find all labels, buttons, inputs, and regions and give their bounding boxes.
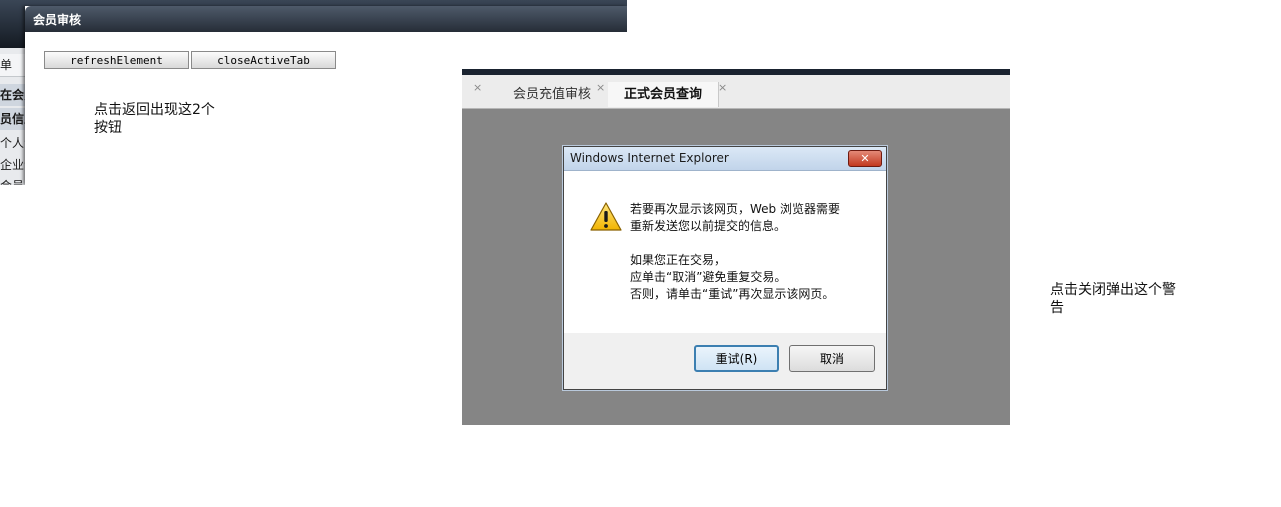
retry-button[interactable]: 重试(R) <box>694 345 779 372</box>
dialog-title: Windows Internet Explorer <box>570 151 729 165</box>
message-line: 重新发送您以前提交的信息。 <box>630 219 787 233</box>
message-line: 如果您正在交易， <box>630 253 727 267</box>
tab-close-icon[interactable]: × <box>596 81 605 94</box>
ie-resend-dialog: Windows Internet Explorer ✕ 若要再次显示该网页，We… <box>563 146 887 390</box>
annotation-note: 点击返回出现这2个 按钮 <box>94 102 215 136</box>
annotation-note: 点击关闭弹出这个警 告 <box>1050 282 1176 316</box>
message-line: 若要再次显示该网页，Web 浏览器需要 <box>630 202 840 216</box>
close-active-tab-button[interactable]: closeActiveTab <box>191 51 336 69</box>
tab-close-icon[interactable]: × <box>473 81 482 94</box>
dialog-titlebar[interactable]: Windows Internet Explorer ✕ <box>564 147 886 171</box>
window-title: 会员审核 <box>33 13 82 27</box>
message-line: 应单击“取消”避免重复交易。 <box>630 270 787 284</box>
cancel-button[interactable]: 取消 <box>789 345 875 372</box>
dialog-close-button[interactable]: ✕ <box>848 150 882 167</box>
browser-frame: × 会员充值审核 × 正式会员查询 × Windows Internet Exp… <box>462 69 1010 425</box>
refresh-element-button[interactable]: refreshElement <box>44 51 189 69</box>
window-titlebar[interactable]: 会员审核 <box>25 6 627 32</box>
tab-bar: × 会员充值审核 × 正式会员查询 × <box>462 75 1010 109</box>
message-line: 否则，请单击“重试”再次显示该网页。 <box>630 287 835 301</box>
close-icon: ✕ <box>860 152 870 165</box>
warning-triangle-icon <box>590 202 622 231</box>
dialog-message: 若要再次显示该网页，Web 浏览器需要 重新发送您以前提交的信息。 如果您正在交… <box>630 201 870 303</box>
tab-official-member-query[interactable]: 正式会员查询 <box>608 82 719 107</box>
dialog-body: 若要再次显示该网页，Web 浏览器需要 重新发送您以前提交的信息。 如果您正在交… <box>564 171 886 333</box>
tab-close-icon[interactable]: × <box>718 81 727 94</box>
